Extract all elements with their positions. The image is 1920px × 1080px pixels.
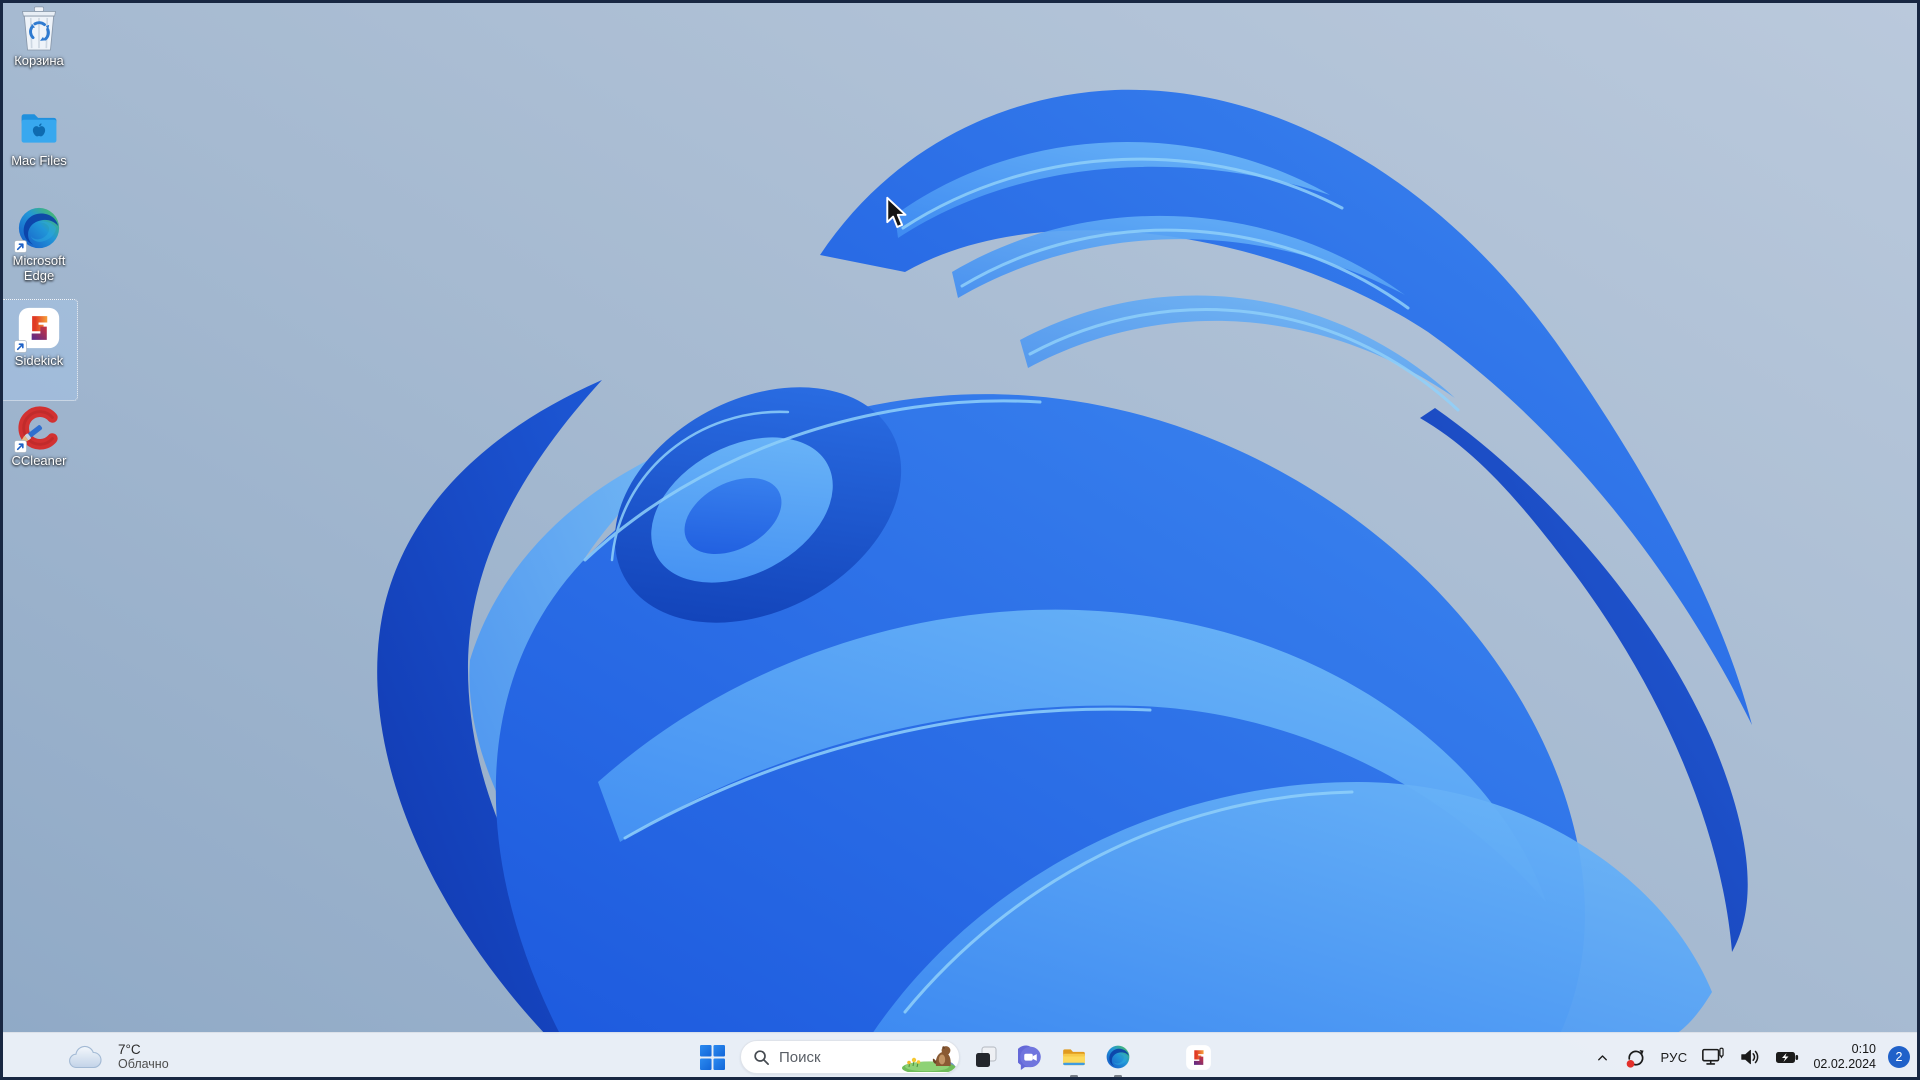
shortcut-arrow-icon	[14, 240, 27, 253]
desktop-icon-label: Microsoft Edge	[12, 253, 66, 283]
file-explorer-icon	[1063, 1049, 1085, 1066]
edge-button[interactable]	[1096, 1033, 1140, 1080]
weather-condition: Облачно	[118, 1057, 169, 1071]
task-view-icon	[976, 1046, 997, 1067]
desktop-icon-label: CCleaner	[11, 453, 67, 468]
weather-widget[interactable]: 7°C Облачно	[56, 1033, 179, 1080]
display-tray-button[interactable]	[1694, 1037, 1732, 1077]
search-icon	[754, 1049, 769, 1065]
windows-desktop: Корзина Mac Files Microsoft Edge Sidekic…	[0, 0, 1920, 1080]
desktop-icon-recycle-bin[interactable]: Корзина	[1, 0, 77, 100]
clock-date: 02.02.2024	[1813, 1057, 1876, 1071]
start-button[interactable]	[690, 1033, 734, 1080]
display-pen-icon	[1702, 1047, 1725, 1065]
clock-time: 0:10	[1851, 1041, 1876, 1056]
desktop-icon-label: Mac Files	[11, 153, 67, 168]
taskbar: 7°C Облачно Поиск РУС 0:10 02.02.2024 2	[0, 1032, 1920, 1080]
ccleaner-icon	[16, 404, 62, 452]
desktop-icon-microsoft-edge[interactable]: Microsoft Edge	[1, 200, 77, 300]
chat-button[interactable]	[1008, 1033, 1052, 1080]
desktop-icon-sidekick[interactable]: Sidekick	[0, 299, 78, 401]
task-view-button[interactable]	[964, 1033, 1008, 1080]
edge-icon	[16, 204, 62, 252]
desktop-icon-label: Корзина	[14, 53, 64, 68]
chevron-up-icon	[1597, 1054, 1607, 1060]
edge-icon	[1105, 1044, 1131, 1070]
cloud-icon	[69, 1045, 102, 1068]
recycle-bin-icon	[16, 4, 62, 52]
desktop-icon-label: Sidekick	[14, 353, 64, 368]
system-tray: РУС 0:10 02.02.2024 2	[1588, 1033, 1915, 1080]
chat-icon	[1017, 1045, 1041, 1070]
groundhog-illustration	[902, 1046, 956, 1072]
mac-files-folder-icon	[16, 104, 62, 152]
sidekick-icon	[1185, 1044, 1212, 1071]
sidekick-button[interactable]	[1176, 1033, 1220, 1080]
running-indicator	[1114, 1075, 1122, 1078]
shortcut-arrow-icon	[14, 340, 27, 353]
file-explorer-button[interactable]	[1052, 1033, 1096, 1080]
desktop-icon-mac-files[interactable]: Mac Files	[1, 100, 77, 200]
hidden-icons-button[interactable]	[1588, 1037, 1617, 1077]
clock[interactable]: 0:10 02.02.2024	[1807, 1042, 1882, 1073]
volume-icon	[1741, 1049, 1759, 1065]
wallpaper-bloom	[0, 0, 1920, 1080]
sidekick-icon	[16, 304, 62, 352]
language-indicator[interactable]: РУС	[1654, 1037, 1695, 1077]
desktop-icon-ccleaner[interactable]: CCleaner	[1, 400, 77, 500]
sync-alert-icon	[1626, 1049, 1644, 1068]
weather-temperature: 7°C	[118, 1042, 141, 1057]
windows-start-icon	[699, 1044, 725, 1070]
volume-tray-button[interactable]	[1732, 1037, 1768, 1077]
mouse-cursor	[886, 196, 907, 228]
sync-tray-button[interactable]	[1617, 1037, 1654, 1077]
running-indicator	[1070, 1075, 1078, 1078]
shortcut-arrow-icon	[14, 440, 27, 453]
notification-badge[interactable]: 2	[1888, 1046, 1910, 1068]
battery-charging-icon	[1776, 1051, 1799, 1063]
taskbar-center	[690, 1033, 1220, 1080]
desktop-icons-column: Корзина Mac Files Microsoft Edge Sidekic…	[0, 0, 78, 500]
battery-tray-button[interactable]	[1768, 1037, 1807, 1077]
search-box[interactable]	[740, 1040, 960, 1074]
search-input[interactable]	[779, 1048, 909, 1066]
